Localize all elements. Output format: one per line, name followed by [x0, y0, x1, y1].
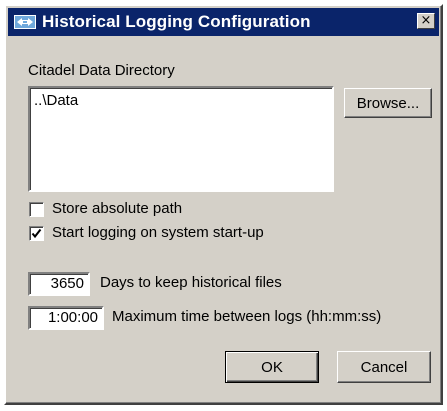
- start-logging-label: Start logging on system start-up: [52, 224, 264, 241]
- max-time-label: Maximum time between logs (hh:mm:ss): [112, 308, 382, 325]
- cancel-button[interactable]: Cancel: [337, 351, 431, 383]
- days-label: Days to keep historical files: [100, 274, 282, 291]
- store-absolute-path-checkbox[interactable]: [29, 202, 44, 217]
- start-logging-checkbox[interactable]: [29, 226, 44, 241]
- browse-button-label: Browse...: [356, 94, 420, 112]
- max-time-input[interactable]: 1:00:00: [28, 306, 104, 330]
- check-icon: [31, 228, 42, 239]
- days-input[interactable]: 3650: [28, 272, 90, 296]
- close-icon[interactable]: ×: [417, 13, 435, 29]
- days-value: 3650: [50, 275, 84, 292]
- max-time-value: 1:00:00: [47, 309, 98, 326]
- title-bar[interactable]: Historical Logging Configuration ×: [8, 8, 439, 36]
- store-absolute-path-label: Store absolute path: [52, 200, 183, 217]
- browse-button[interactable]: Browse...: [344, 88, 432, 118]
- ok-button[interactable]: OK: [225, 351, 319, 383]
- network-icon: [14, 14, 36, 30]
- ok-button-label: OK: [261, 358, 283, 376]
- directory-input[interactable]: ..\Data: [28, 86, 334, 192]
- directory-label: Citadel Data Directory: [28, 62, 175, 79]
- window-title: Historical Logging Configuration: [42, 12, 311, 31]
- historical-logging-dialog: Historical Logging Configuration × Citad…: [4, 4, 443, 405]
- directory-value: ..\Data: [34, 92, 79, 109]
- cancel-button-label: Cancel: [360, 358, 408, 376]
